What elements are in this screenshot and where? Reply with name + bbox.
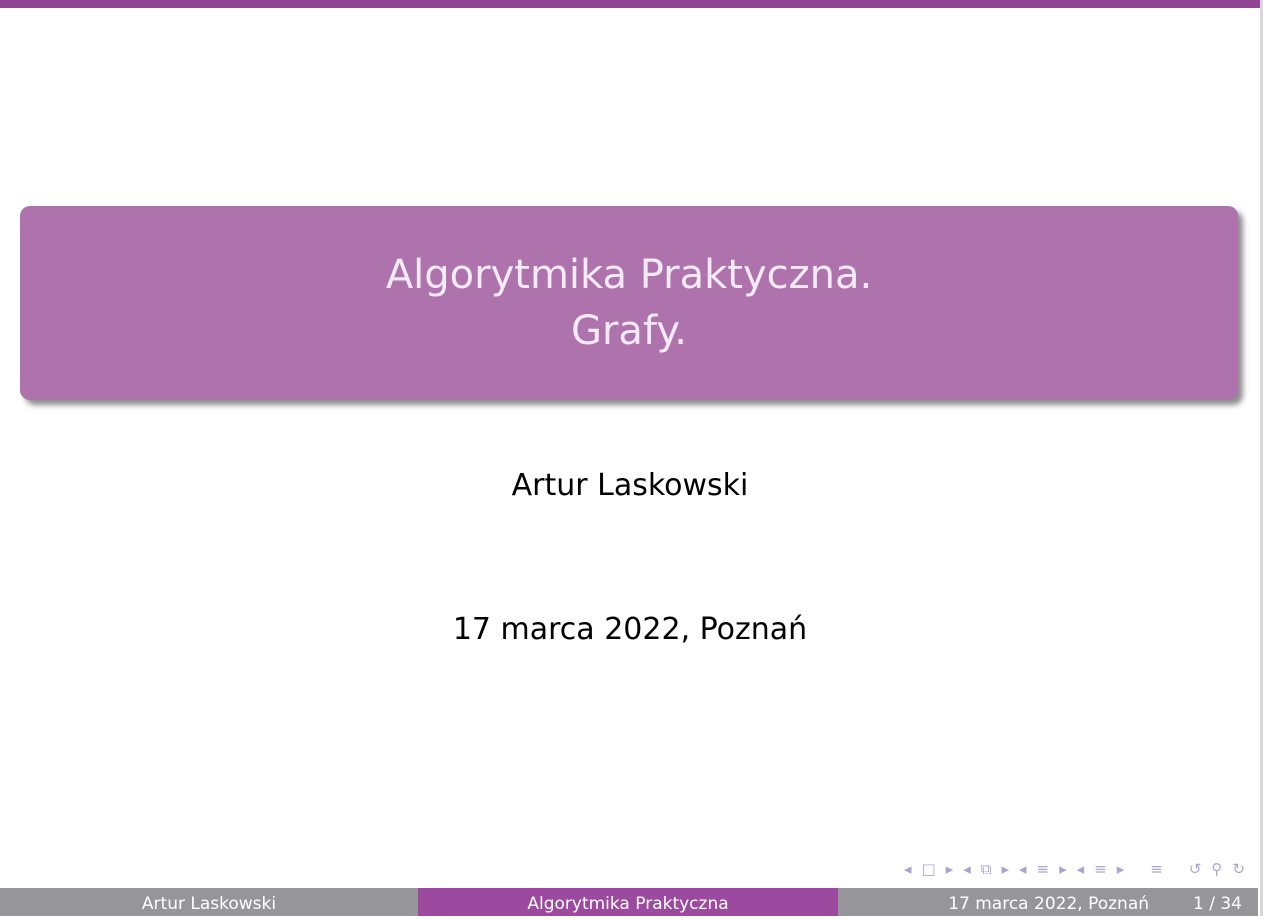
footer-title: Algorytmika Praktyczna (418, 888, 838, 916)
nav-frame-prev-icon[interactable]: ◂ (904, 860, 912, 878)
title-line-1: Algorytmika Praktyczna. (385, 252, 873, 298)
title-box: Algorytmika Praktyczna. Grafy. (20, 206, 1238, 400)
nav-appendix-icon[interactable]: ≡ (1150, 860, 1163, 878)
nav-doc-next-icon[interactable]: ▸ (1117, 860, 1125, 878)
top-bar (0, 0, 1260, 8)
footer-author: Artur Laskowski (0, 888, 418, 916)
nav-subsection-next-icon[interactable]: ▸ (1001, 860, 1009, 878)
date: 17 marca 2022, Poznań (452, 612, 808, 647)
footer: Artur Laskowski Algorytmika Praktyczna 1… (0, 888, 1258, 916)
footer-date: 17 marca 2022, Poznań (948, 894, 1150, 914)
nav-section-next-icon[interactable]: ▸ (1059, 860, 1067, 878)
footer-page-number: 1 / 34 (1193, 894, 1242, 914)
nav-forward-icon[interactable]: ↻ (1232, 860, 1245, 878)
nav-frame-icon[interactable]: □ (921, 860, 935, 878)
nav-frame-next-icon[interactable]: ▸ (946, 860, 954, 878)
nav-section-prev-icon[interactable]: ◂ (1019, 860, 1027, 878)
author: Artur Laskowski (511, 468, 749, 503)
nav-back-icon[interactable]: ↺ (1189, 860, 1202, 878)
footer-right: 17 marca 2022, Poznań 1 / 34 (838, 888, 1258, 916)
title-line-2: Grafy. (570, 308, 687, 354)
nav-search-icon[interactable]: ⚲ (1211, 860, 1222, 878)
nav-doc-prev-icon[interactable]: ◂ (1077, 860, 1085, 878)
nav-subsection-prev-icon[interactable]: ◂ (963, 860, 971, 878)
nav-doc-icon[interactable]: ≡ (1094, 860, 1107, 878)
nav-section-icon[interactable]: ≡ (1037, 860, 1050, 878)
nav-slides-icon[interactable]: ⧉ (981, 860, 992, 878)
beamer-navigation: ◂ □ ▸ ◂ ⧉ ▸ ◂ ≡ ▸ ◂ ≡ ▸ ≡ ↺ ⚲ ↻ (904, 860, 1245, 878)
